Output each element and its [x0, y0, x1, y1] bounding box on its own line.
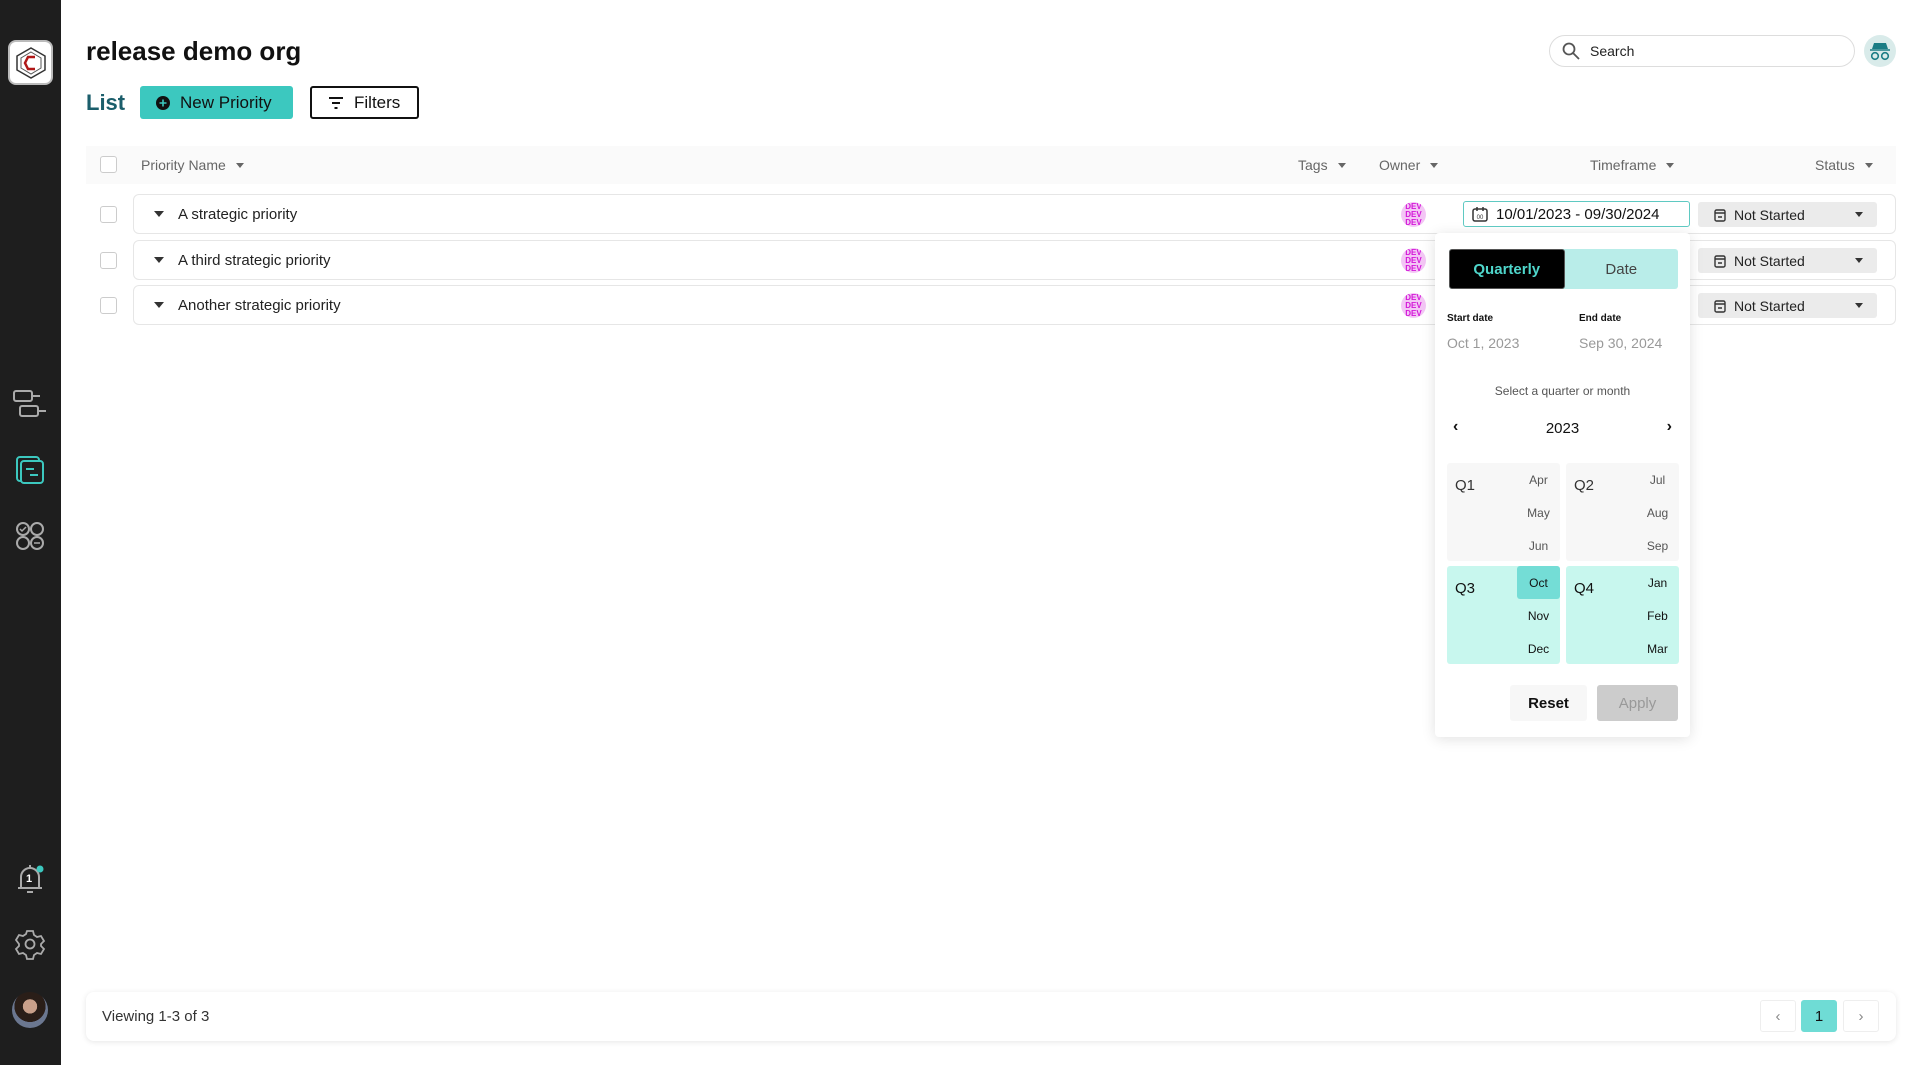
page-title: release demo org [86, 36, 302, 66]
plus-circle-icon [156, 95, 170, 110]
picker-mode-toggle: Quarterly Date [1449, 249, 1678, 289]
search-input[interactable] [1590, 43, 1830, 59]
hierarchy-icon[interactable] [12, 386, 48, 422]
month-jan[interactable]: Jan [1636, 566, 1679, 599]
next-year-button[interactable]: › [1667, 418, 1672, 436]
sidebar: 1 [0, 0, 61, 1065]
month-aug[interactable]: Aug [1636, 496, 1679, 529]
tab-date[interactable]: Date [1565, 249, 1679, 289]
filters-button[interactable]: Filters [310, 86, 419, 119]
month-mar[interactable]: Mar [1636, 632, 1679, 665]
calendar-icon [1714, 254, 1726, 268]
month-apr[interactable]: Apr [1517, 463, 1560, 496]
apply-button[interactable]: Apply [1597, 685, 1678, 721]
priority-name[interactable]: Another strategic priority [178, 297, 341, 314]
quarter-q2[interactable]: Q2 Jul Aug Sep [1566, 463, 1679, 561]
incognito-icon[interactable] [1864, 35, 1896, 67]
viewing-count: Viewing 1-3 of 3 [102, 1008, 210, 1025]
sort-caret-icon [1430, 162, 1439, 168]
row-checkbox[interactable] [100, 206, 117, 223]
owner-avatar[interactable]: DEV DEV DEV [1401, 293, 1426, 318]
table-header: Priority Name Tags Owner Timeframe Statu… [86, 146, 1896, 184]
sort-caret-icon [1337, 162, 1346, 168]
user-avatar[interactable] [12, 992, 48, 1028]
owner-avatar[interactable]: DEV DEV DEV [1401, 248, 1426, 273]
column-tags[interactable]: Tags [1298, 157, 1346, 173]
month-dec[interactable]: Dec [1517, 632, 1560, 665]
picker-hint: Select a quarter or month [1494, 384, 1631, 398]
svg-text:00: 00 [1477, 215, 1484, 221]
tab-quarterly[interactable]: Quarterly [1449, 249, 1565, 289]
timeframe-input[interactable]: 00 10/01/2023 - 09/30/2024 [1463, 201, 1690, 227]
page-1-button[interactable]: 1 [1801, 1000, 1837, 1032]
column-timeframe[interactable]: Timeframe [1590, 157, 1675, 173]
reset-button[interactable]: Reset [1510, 685, 1587, 721]
end-date-label: End date [1579, 313, 1622, 324]
start-date-label: Start date [1447, 313, 1494, 324]
sort-caret-icon [235, 162, 244, 168]
row-checkbox[interactable] [100, 252, 117, 269]
month-oct[interactable]: Oct [1517, 566, 1560, 599]
column-owner[interactable]: Owner [1379, 157, 1439, 173]
quarter-q4[interactable]: Q4 Jan Feb Mar [1566, 566, 1679, 664]
month-feb[interactable]: Feb [1636, 599, 1679, 632]
month-nov[interactable]: Nov [1517, 599, 1560, 632]
calendar-icon [1714, 299, 1726, 313]
column-priority-name[interactable]: Priority Name [141, 157, 244, 173]
end-date-value: Sep 30, 2024 [1579, 335, 1663, 351]
expand-caret-icon[interactable] [154, 211, 164, 217]
notification-count: 1 [26, 873, 33, 885]
table-footer: Viewing 1-3 of 3 ‹ 1 › [86, 992, 1896, 1041]
column-status[interactable]: Status [1815, 157, 1873, 173]
next-page-button[interactable]: › [1843, 1000, 1879, 1032]
gear-icon[interactable] [12, 926, 48, 962]
select-all-checkbox[interactable] [100, 156, 117, 173]
expand-caret-icon[interactable] [154, 302, 164, 308]
row-checkbox[interactable] [100, 297, 117, 314]
chevron-down-icon [1855, 258, 1863, 263]
app-logo[interactable] [8, 40, 53, 85]
filter-icon [329, 96, 343, 109]
chevron-down-icon [1855, 303, 1863, 308]
priority-name[interactable]: A strategic priority [178, 206, 297, 223]
month-jul[interactable]: Jul [1636, 463, 1679, 496]
status-dropdown[interactable]: Not Started [1698, 293, 1877, 318]
sort-caret-icon [1864, 162, 1873, 168]
new-priority-button[interactable]: New Priority [140, 86, 293, 119]
quarter-q1[interactable]: Q1 Apr May Jun [1447, 463, 1560, 561]
timeframe-picker: Quarterly Date Start date End date Oct 1… [1435, 233, 1690, 737]
calendar-icon: 00 [1472, 207, 1488, 222]
calendar-icon [1714, 208, 1726, 222]
search-icon [1562, 42, 1580, 60]
chevron-down-icon [1855, 212, 1863, 217]
timeframe-value: 10/01/2023 - 09/30/2024 [1496, 205, 1660, 223]
bell-icon[interactable]: 1 [12, 861, 48, 897]
sort-caret-icon [1666, 162, 1675, 168]
filters-label: Filters [354, 92, 401, 112]
month-jun[interactable]: Jun [1517, 529, 1560, 562]
search-bar[interactable] [1549, 35, 1855, 67]
expand-caret-icon[interactable] [154, 257, 164, 263]
year-label: 2023 [1545, 420, 1580, 437]
new-priority-label: New Priority [180, 92, 272, 112]
priorities-icon[interactable] [12, 452, 48, 488]
status-dropdown[interactable]: Not Started [1698, 248, 1877, 273]
view-label: List [86, 90, 126, 115]
owner-avatar[interactable]: DEV DEV DEV [1401, 202, 1426, 227]
prev-page-button[interactable]: ‹ [1760, 1000, 1796, 1032]
start-date-value: Oct 1, 2023 [1447, 335, 1520, 351]
quarter-q3[interactable]: Q3 Oct Nov Dec [1447, 566, 1560, 664]
month-may[interactable]: May [1517, 496, 1560, 529]
apps-icon[interactable] [12, 518, 48, 554]
status-dropdown[interactable]: Not Started [1698, 202, 1877, 227]
month-sep[interactable]: Sep [1636, 529, 1679, 562]
priority-name[interactable]: A third strategic priority [178, 252, 331, 269]
